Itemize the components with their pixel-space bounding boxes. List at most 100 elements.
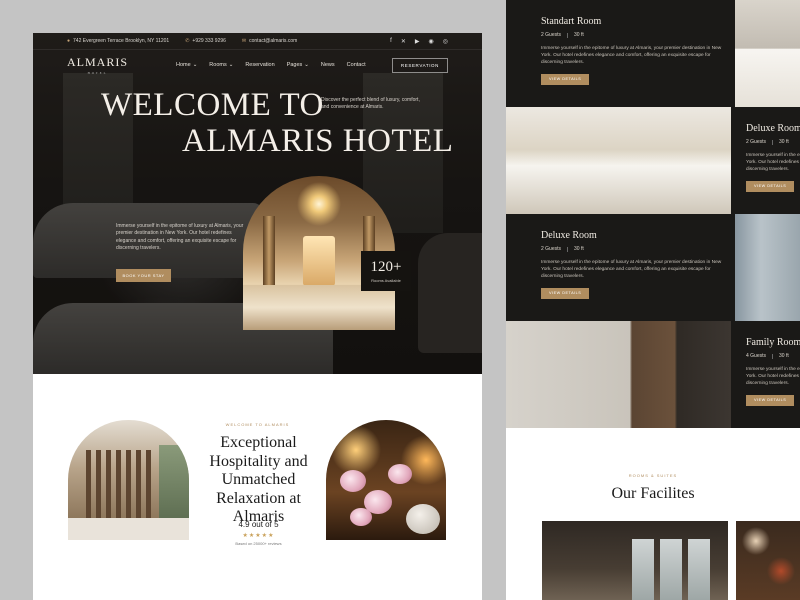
rooms-page-right: Standart Room 2 Guests 30 ft Immerse your… — [506, 0, 800, 600]
about-section: WELCOME TO ALMARIS Exceptional Hospitali… — [33, 374, 482, 600]
rating-stars: ★★★★★ — [242, 533, 275, 539]
room-card: Standart Room 2 Guests 30 ft Immerse your… — [506, 0, 800, 107]
facilities-title: Our Facilites — [611, 485, 695, 502]
window-shape — [660, 539, 682, 600]
room-name: Deluxe Room — [541, 230, 597, 241]
badge-label: Rooms Available — [371, 278, 401, 283]
room-card-text: Deluxe Room 2 Guests 30 ft Immerse yourse… — [746, 107, 800, 214]
facility-photo — [736, 521, 800, 600]
email-item[interactable]: ✉ contact@almaris.com — [242, 38, 297, 44]
room-guests: 2 Guests — [541, 246, 562, 252]
room-guests: 2 Guests — [746, 139, 767, 145]
window-shape — [632, 539, 654, 600]
column-shape — [263, 216, 275, 296]
instagram-icon[interactable]: ◎ — [443, 38, 448, 45]
x-icon[interactable]: ✕ — [401, 38, 406, 45]
chevron-down-icon: ⌄ — [192, 62, 198, 68]
main-nav: ALMARIS HOTEL Home ⌄ Rooms ⌄ Reservation P… — [33, 50, 482, 80]
pinterest-icon[interactable]: ◉ — [429, 38, 434, 45]
bedroom-arch-image — [68, 420, 189, 540]
logo-name: ALMARIS — [67, 55, 129, 69]
phone-item[interactable]: ✆ +929 333 9296 — [185, 38, 226, 44]
room-meta: 4 Guests 30 ft — [746, 353, 800, 359]
nav-item-news[interactable]: News — [321, 62, 335, 68]
nav-item-contact[interactable]: Contact — [347, 62, 366, 68]
lobby-doorway — [303, 236, 335, 286]
badge-number: 120+ — [370, 259, 402, 275]
room-description: Immerse yourself in the epitome of luxur… — [746, 367, 800, 387]
room-card: Deluxe Room 2 Guests 30 ft Immerse yourse… — [506, 214, 800, 321]
rooms-available-badge: 120+ Rooms Available — [361, 251, 411, 291]
section-tag-text: WELCOME TO ALMARIS — [225, 422, 290, 427]
room-description: Immerse yourself in the epitome of luxur… — [541, 260, 722, 280]
nav-label: Pages — [286, 62, 303, 68]
room-card: Family Room 4 Guests 30 ft Immerse yourse… — [506, 321, 800, 428]
view-details-button[interactable]: VIEW DETAILS — [746, 180, 795, 192]
room-description: Immerse yourself in the epitome of luxur… — [541, 46, 722, 66]
address-text: 742 Evergreen Terrace Brooklyn, NY 11201 — [73, 38, 170, 44]
spa-orchid-arch-image — [326, 420, 446, 540]
view-details-button[interactable]: VIEW DETAILS — [746, 394, 795, 406]
room-guests: 4 Guests — [746, 353, 767, 359]
hero-tagline: Discover the perfect blend of luxury, co… — [321, 97, 420, 111]
hero-description: Immerse yourself in the epitome of luxur… — [116, 223, 244, 251]
hero-title-line2: ALMARIS HOTEL — [182, 123, 454, 159]
nav-label: Reservation — [245, 62, 275, 68]
room-photo — [735, 0, 800, 107]
nav-label: Rooms — [209, 62, 227, 68]
phone-text: +929 333 9296 — [192, 38, 226, 44]
window-shape — [688, 539, 710, 600]
room-description: Immerse yourself in the epitome of luxur… — [746, 153, 800, 173]
nav-label: Home — [176, 62, 191, 68]
nav-item-rooms[interactable]: Rooms ⌄ — [209, 62, 233, 68]
bed-shape — [68, 518, 189, 540]
location-pin-icon: ● — [67, 38, 71, 44]
nav-item-pages[interactable]: Pages ⌄ — [287, 62, 309, 68]
room-meta: 2 Guests 30 ft — [541, 32, 731, 38]
social-links: f ✕ ▶ ◉ ◎ — [390, 38, 448, 45]
room-meta: 2 Guests 30 ft — [541, 246, 731, 252]
about-title: Exceptional Hospitality and Unmatched Re… — [209, 434, 308, 525]
nav-item-reservation[interactable]: Reservation — [245, 62, 274, 68]
chevron-down-icon: ⌄ — [228, 62, 234, 68]
room-card-text: Standart Room 2 Guests 30 ft Immerse your… — [541, 0, 731, 107]
room-meta: 2 Guests 30 ft — [746, 139, 800, 145]
facebook-icon[interactable]: f — [390, 38, 392, 45]
room-photo — [506, 107, 731, 214]
room-name: Standart Room — [541, 16, 602, 27]
room-card-text: Family Room 4 Guests 30 ft Immerse yourse… — [746, 321, 800, 428]
phone-icon: ✆ — [185, 38, 190, 44]
logo-sub: HOTEL — [87, 71, 108, 75]
book-stay-button[interactable]: BOOK YOUR STAY — [116, 269, 171, 282]
room-photo — [506, 321, 731, 428]
view-details-button[interactable]: VIEW DETAILS — [541, 73, 590, 85]
facilities-tag: ROOMS & SUITES — [628, 473, 678, 478]
youtube-icon[interactable]: ▶ — [415, 38, 420, 45]
chevron-down-icon: ⌄ — [304, 62, 309, 68]
nav-item-home[interactable]: Home ⌄ — [176, 62, 197, 68]
top-info-bar: ● 742 Evergreen Terrace Brooklyn, NY 1120… — [33, 33, 482, 50]
nav-label: Contact — [346, 62, 366, 68]
view-details-button[interactable]: VIEW DETAILS — [541, 287, 590, 299]
room-name: Family Room — [746, 337, 800, 348]
email-text: contact@almaris.com — [249, 38, 298, 44]
room-card-text: Deluxe Room 2 Guests 30 ft Immerse yourse… — [541, 214, 731, 321]
room-card: Deluxe Room 2 Guests 30 ft Immerse yourse… — [506, 107, 800, 214]
reservation-button[interactable]: RESERVATION — [391, 57, 448, 73]
review-count: Based on 25000+ reviews — [235, 541, 282, 546]
address-item: ● 742 Evergreen Terrace Brooklyn, NY 1120… — [67, 38, 169, 44]
mockup-stage: ● 742 Evergreen Terrace Brooklyn, NY 1120… — [0, 0, 800, 600]
room-size: 30 ft — [779, 353, 789, 359]
spa-stone — [406, 504, 440, 534]
logo[interactable]: ALMARIS HOTEL — [67, 55, 128, 75]
facility-photo — [542, 521, 728, 600]
room-size: 30 ft — [574, 32, 584, 38]
room-name: Deluxe Room — [746, 123, 800, 134]
nav-label: News — [320, 62, 335, 68]
mail-icon: ✉ — [241, 38, 247, 44]
hero-section: ● 742 Evergreen Terrace Brooklyn, NY 1120… — [33, 33, 482, 374]
section-tag: WELCOME TO ALMARIS — [33, 422, 482, 427]
landing-page-left: ● 742 Evergreen Terrace Brooklyn, NY 1120… — [33, 33, 482, 600]
nav-menu: Home ⌄ Rooms ⌄ Reservation Pages ⌄ News Con… — [176, 62, 366, 68]
room-photo — [735, 214, 800, 321]
